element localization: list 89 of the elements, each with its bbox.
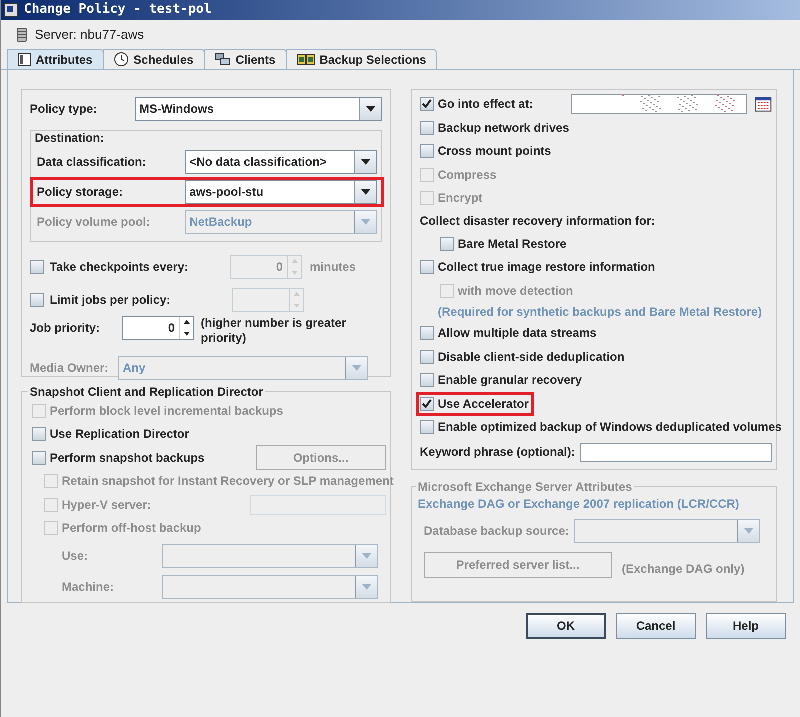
dropdown-arrow-button[interactable] [354, 181, 376, 203]
checkbox[interactable] [32, 427, 46, 442]
date-field[interactable] [571, 94, 748, 114]
tab[interactable]: Backup Selections [286, 49, 438, 69]
dialog-button[interactable]: Help [706, 613, 786, 639]
checkbox-label: Encrypt [438, 190, 483, 208]
checkbox[interactable] [30, 292, 44, 306]
checkbox[interactable] [420, 373, 434, 388]
field-label: Machine: [62, 578, 116, 596]
checkbox-label: Backup network drives [438, 120, 570, 137]
checkbox[interactable] [420, 120, 434, 135]
checkbox-label: Cross mount points [438, 143, 552, 160]
window-icon [4, 3, 18, 17]
checkbox-label: Enable optimized backup of Windows deduplicated volumes [438, 419, 782, 436]
panel-icon [18, 53, 31, 66]
field-label: Database backup source: [424, 523, 570, 540]
checkbox[interactable] [30, 260, 44, 274]
checkbox-label: Hyper-V server: [62, 496, 152, 514]
checkbox-label: Collect true image restore information [438, 259, 656, 276]
checkbox-label: Allow multiple data streams [438, 325, 597, 342]
caret-icon [362, 552, 372, 558]
calendar-icon[interactable] [755, 96, 772, 112]
checkbox-label: Limit jobs per policy: [50, 292, 172, 308]
checkbox[interactable] [440, 236, 454, 251]
caret-icon [360, 189, 370, 195]
field-label: Use: [62, 548, 90, 564]
checkbox-label: Use Replication Director [50, 426, 190, 444]
server-label: Server: nbu77-aws [35, 26, 144, 44]
field-label: Media Owner: [30, 360, 110, 377]
keyword-field[interactable] [580, 442, 772, 462]
server-icon [17, 28, 27, 42]
checkbox-label: Go into effect at: [438, 96, 534, 113]
caret-icon [360, 219, 370, 225]
hint-text: (higher number is greater priority) [201, 316, 348, 346]
checkbox[interactable] [420, 420, 434, 434]
field-label: Keyword phrase (optional): [420, 444, 576, 461]
checkbox-label: Retain snapshot for Instant Recovery or SLP management [62, 473, 394, 490]
dropdown-arrow-button[interactable] [359, 98, 381, 120]
checkbox-label: Use Accelerator [438, 396, 529, 413]
field-label: Data classification: [37, 154, 148, 171]
checkbox-label: Compress [438, 166, 497, 184]
checkbox-label: with move detection [458, 282, 574, 300]
unit-label: minutes [310, 258, 356, 276]
caret-icon [744, 528, 754, 534]
field-label: Job priority: [30, 320, 102, 337]
dialog-button[interactable]: OK [526, 613, 606, 639]
check-icon [422, 99, 432, 109]
caret-icon [366, 106, 376, 112]
spinner-field[interactable]: 0 [122, 316, 194, 340]
folders-icon [296, 53, 315, 66]
spinner-arrows-icon[interactable] [179, 317, 193, 339]
text-field[interactable] [250, 494, 386, 515]
hint-text: (Required for synthetic backups and Bare Metal Restore) [438, 304, 762, 321]
subtitle-text: Exchange DAG or Exchange 2007 replication (LCR/CCR) [418, 496, 740, 513]
tab[interactable]: Attributes [7, 49, 104, 69]
check-icon [422, 398, 432, 409]
dropdown[interactable]: aws-pool-stu [184, 180, 377, 204]
checkbox-label: Perform snapshot backups [50, 450, 205, 467]
hint-text: (Exchange DAG only) [622, 561, 745, 578]
section-heading: Collect disaster recovery information for: [420, 213, 656, 230]
caret-icon [360, 159, 370, 165]
dropdown[interactable]: <No data classification> [184, 150, 377, 174]
checkbox[interactable] [420, 350, 434, 364]
checkbox-label: Bare Metal Restore [458, 236, 567, 253]
checkbox-label: Take checkpoints every: [50, 258, 190, 276]
spinner-field[interactable] [232, 288, 304, 312]
dialog-button[interactable]: Cancel [616, 613, 696, 639]
clock-icon [114, 52, 129, 67]
checkbox[interactable] [420, 260, 434, 274]
caret-icon [362, 584, 372, 590]
computers-icon [214, 52, 231, 66]
field-label: Policy volume pool: [37, 214, 152, 231]
window-title: Change Policy - test-pol [24, 1, 212, 20]
field-label: Policy type: [30, 101, 98, 118]
checkbox-label: Enable granular recovery [438, 372, 582, 390]
checkbox[interactable] [32, 450, 46, 465]
checkbox[interactable] [420, 396, 434, 411]
dropdown[interactable]: MS-Windows [134, 97, 382, 121]
checkbox[interactable] [420, 326, 434, 340]
group-title: Destination: [35, 130, 104, 147]
checkbox-label: Perform block level incremental backups [50, 402, 284, 420]
checkbox-label: Disable client-side deduplication [438, 348, 625, 366]
dropdown-arrow-button[interactable] [354, 151, 376, 173]
tab[interactable]: Schedules [102, 49, 205, 69]
checkbox[interactable] [420, 97, 434, 111]
checkbox-label: Perform off-host backup [62, 520, 202, 538]
caret-icon [352, 365, 362, 371]
checkbox[interactable] [420, 144, 434, 158]
field-label: Policy storage: [37, 184, 124, 201]
